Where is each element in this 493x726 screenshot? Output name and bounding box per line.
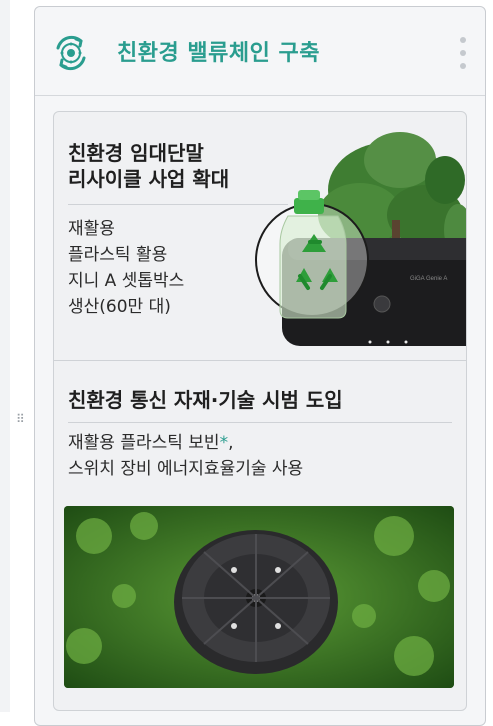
section2-line1-main: 재활용 플라스틱 보빈 — [68, 433, 220, 453]
section2-title: 친환경 통신 자재·기술 시범 도입 — [68, 388, 343, 412]
section2-rule — [68, 422, 452, 423]
section1-line: 플라스틱 활용 — [68, 245, 168, 265]
kebab-menu-icon[interactable] — [459, 37, 467, 69]
bobbin — [174, 530, 338, 674]
section-divider — [54, 360, 466, 361]
section1-line: 재활용 — [68, 219, 115, 239]
section2-line1: 재활용 플라스틱 보빈*, — [68, 430, 458, 456]
panel-header: 친환경 밸류체인 구축 — [35, 7, 485, 96]
content-card: 친환경 임대단말 리사이클 사업 확대 재활용 플라스틱 활용 지니 A 셋톱박… — [53, 111, 467, 711]
drag-handle-icon[interactable]: ⠿ — [16, 413, 26, 434]
panel-title: 친환경 밸류체인 구축 — [117, 41, 320, 66]
eco-value-chain-panel: 친환경 밸류체인 구축 친환경 임대단말 리사이클 사업 확대 재활용 플라스틱… — [34, 6, 486, 726]
bobbin-photo — [64, 506, 454, 688]
device-label: GiGA Genie A — [410, 276, 447, 282]
section1-body: 재활용 플라스틱 활용 지니 A 셋톱박스 생산(60만 대) — [68, 216, 248, 320]
recycled-bottle-settop-box-illustration: GiGA Genie A — [255, 132, 466, 346]
recycle-icon — [56, 35, 86, 71]
left-strip — [0, 0, 10, 712]
section2-body: 재활용 플라스틱 보빈*, 스위치 장비 에너지효율기술 사용 — [68, 430, 458, 482]
section-recycled-settop: 친환경 임대단말 리사이클 사업 확대 재활용 플라스틱 활용 지니 A 셋톱박… — [54, 112, 466, 360]
section1-line: 지니 A 셋톱박스 — [68, 271, 185, 291]
section2-line1-tail: , — [228, 433, 234, 453]
plastic-bobbin-on-moss-image — [64, 506, 454, 688]
footnote-asterisk[interactable]: * — [220, 433, 229, 453]
section2-line2: 스위치 장비 에너지효율기술 사용 — [68, 459, 304, 479]
section1-line: 생산(60만 대) — [68, 297, 171, 317]
